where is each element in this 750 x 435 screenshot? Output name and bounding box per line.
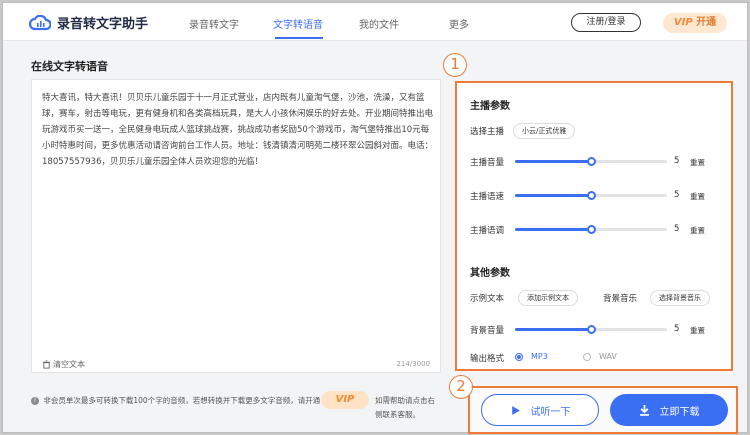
format-wav-radio[interactable]: WAV [583, 352, 617, 361]
vip-open-label: 开通 [696, 17, 717, 28]
download-label: 立即下载 [659, 406, 700, 418]
nav-my-files[interactable]: 我的文件 [359, 16, 399, 31]
pitch-slider-fill [515, 228, 591, 231]
download-icon [639, 404, 649, 416]
bg-volume-reset-button[interactable]: 重置 [690, 325, 705, 336]
bg-volume-value: 5 [674, 324, 680, 334]
format-wav-label: WAV [599, 352, 617, 361]
text-editor[interactable]: 特大喜讯，特大喜讯！贝贝乐儿童乐园于十一月正式营业，店内既有儿童淘气堡，沙池，洗… [31, 79, 441, 373]
radio-checked-icon [515, 352, 523, 361]
cloud-logo-icon [29, 14, 51, 30]
volume-reset-button[interactable]: 重置 [690, 157, 705, 168]
speed-label: 主播语速 [470, 192, 505, 202]
preview-label: 试听一下 [530, 406, 571, 418]
clear-text-label: 清空文本 [53, 360, 85, 369]
info-icon: ! [31, 397, 39, 405]
speed-value: 5 [674, 190, 680, 200]
annotation-badge-1: 1 [443, 53, 467, 77]
play-icon [511, 405, 520, 415]
nav-text-to-speech[interactable]: 文字转语音 [273, 16, 323, 31]
pitch-slider-handle[interactable] [587, 225, 596, 234]
select-anchor-label: 选择主播 [470, 127, 505, 137]
select-bg-music-button[interactable]: 选择背景音乐 [650, 290, 710, 306]
preview-button[interactable]: 试听一下 [481, 394, 599, 426]
add-sample-text-button[interactable]: 添加示例文本 [518, 290, 578, 306]
pitch-label: 主播语调 [470, 226, 505, 236]
download-button[interactable]: 立即下载 [610, 394, 728, 426]
app-window: 录音转文字助手 录音转文字 文字转语音 我的文件 更多 注册/登录 VIP 开通… [2, 2, 748, 434]
volume-slider[interactable] [515, 157, 667, 166]
bg-volume-slider[interactable] [515, 325, 667, 334]
volume-label: 主播音量 [470, 158, 505, 168]
char-count: 214/3000 [396, 360, 430, 368]
clear-text-button[interactable]: 清空文本 [42, 359, 85, 370]
bg-volume-label: 背景音量 [470, 326, 505, 336]
other-params-title: 其他参数 [470, 268, 510, 279]
header: 录音转文字助手 录音转文字 文字转语音 我的文件 更多 注册/登录 VIP 开通 [3, 3, 747, 41]
bg-volume-slider-handle[interactable] [587, 325, 596, 334]
vip-label: VIP [673, 17, 693, 28]
login-button[interactable]: 注册/登录 [571, 13, 641, 32]
volume-value: 5 [674, 156, 680, 166]
anchor-select[interactable]: 小云/正式优雅 [513, 123, 576, 139]
bg-volume-slider-fill [515, 328, 591, 331]
bg-music-label: 背景音乐 [603, 294, 638, 304]
volume-slider-handle[interactable] [587, 157, 596, 166]
anchor-params-title: 主播参数 [470, 101, 510, 112]
pitch-reset-button[interactable]: 重置 [690, 225, 705, 236]
annotation-badge-2: 2 [449, 375, 473, 399]
format-label: 输出格式 [470, 354, 505, 364]
notice-tail-text: 如需帮助请点击右侧联系客服。 [375, 396, 435, 419]
trash-icon [42, 360, 51, 369]
pitch-slider[interactable] [515, 225, 667, 234]
nav-more[interactable]: 更多 [449, 16, 469, 31]
notice-text: 非会员单次最多可转换下载100个字的音频，若想转换并下载更多文字音频，请开通 [43, 396, 321, 405]
format-mp3-radio[interactable]: MP3 [515, 352, 548, 361]
nav-active-indicator [275, 37, 323, 39]
logo[interactable]: 录音转文字助手 [29, 13, 148, 32]
page-title: 在线文字转语音 [31, 60, 108, 73]
format-mp3-label: MP3 [531, 352, 548, 361]
speed-reset-button[interactable]: 重置 [690, 191, 705, 202]
speed-slider-fill [515, 194, 591, 197]
pitch-value: 5 [674, 224, 680, 234]
radio-unchecked-icon [583, 352, 591, 361]
nav-audio-to-text[interactable]: 录音转文字 [189, 16, 239, 31]
volume-slider-fill [515, 160, 591, 163]
vip-open-button[interactable]: VIP 开通 [663, 13, 727, 33]
speed-slider[interactable] [515, 191, 667, 200]
notice-vip-button[interactable]: VIP [321, 391, 369, 409]
text-input-content[interactable]: 特大喜讯，特大喜讯！贝贝乐儿童乐园于十一月正式营业，店内既有儿童淘气堡，沙池，洗… [42, 90, 434, 170]
settings-panel: 主播参数 选择主播 小云/正式优雅 主播音量 5 重置 主播语速 5 重置 主播… [455, 81, 733, 371]
app-name: 录音转文字助手 [57, 17, 149, 32]
speed-slider-handle[interactable] [587, 191, 596, 200]
sample-text-label: 示例文本 [470, 294, 505, 304]
